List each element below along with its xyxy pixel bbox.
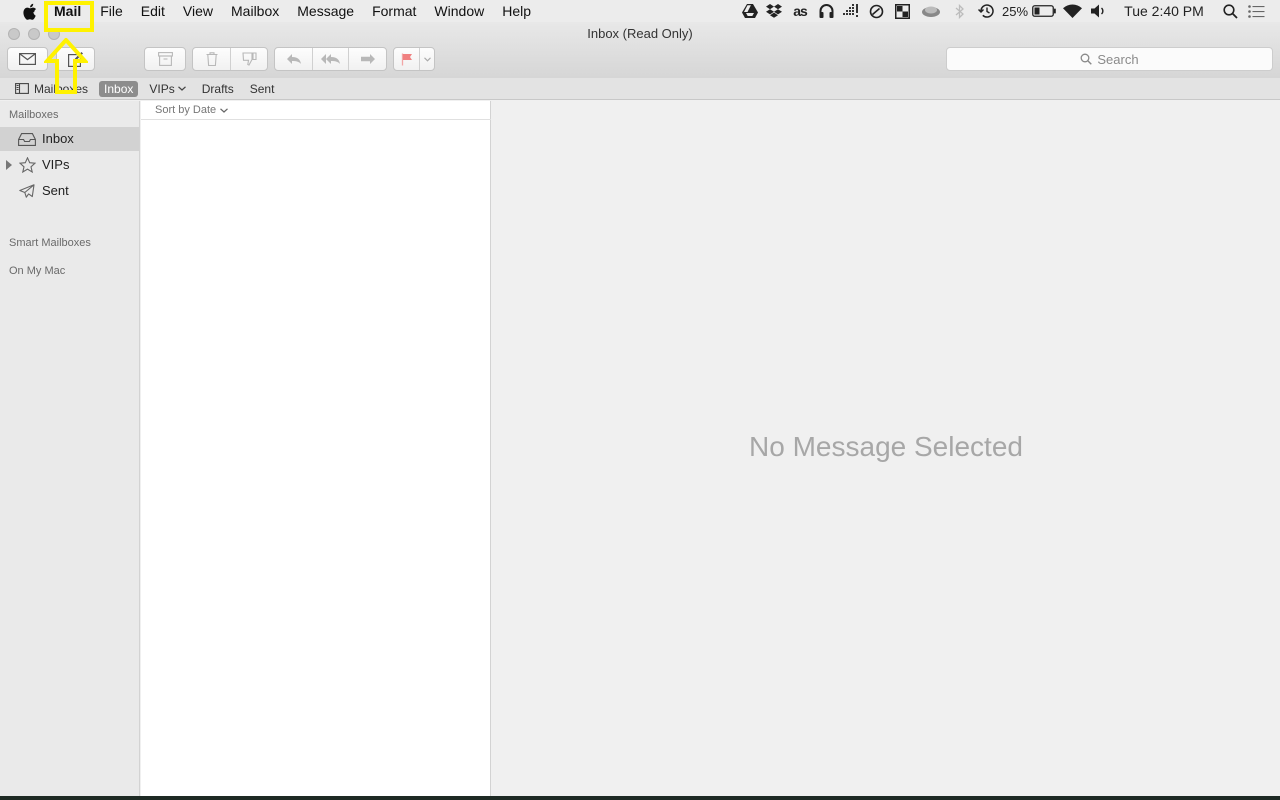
menu-file[interactable]: File — [91, 0, 132, 22]
paper-plane-icon — [17, 183, 37, 199]
sidebar-section-on-my-mac[interactable]: On My Mac — [9, 265, 65, 277]
apple-menu-icon[interactable] — [16, 3, 42, 20]
menu-help[interactable]: Help — [493, 0, 540, 22]
sidebar-item-label: Inbox — [42, 131, 74, 146]
mail-window: Inbox (Read Only) Search Mailboxes Inbox… — [0, 22, 1280, 796]
menu-view[interactable]: View — [174, 0, 222, 22]
sidebar-item-label: Sent — [42, 183, 69, 198]
junk-button[interactable] — [231, 48, 267, 70]
spotlight-icon[interactable] — [1216, 0, 1244, 22]
sort-label: Sort by Date — [155, 104, 217, 116]
sidebar-toggle-icon — [15, 83, 29, 94]
search-icon — [1080, 53, 1093, 65]
trash-icon — [206, 52, 217, 66]
menu-message[interactable]: Message — [288, 0, 363, 22]
dropbox-icon[interactable] — [762, 0, 786, 22]
sidebar-section-mailboxes[interactable]: Mailboxes — [9, 109, 59, 121]
time-machine-icon[interactable] — [972, 0, 1000, 22]
cloud-icon[interactable] — [916, 0, 946, 22]
sidebar-item-vips[interactable]: VIPs — [0, 153, 139, 177]
window-title: Inbox (Read Only) — [587, 26, 693, 41]
title-bar: Inbox (Read Only) Search — [0, 22, 1280, 78]
flag-menu-button[interactable] — [420, 48, 434, 70]
volume-icon[interactable] — [1086, 0, 1112, 22]
delete-button[interactable] — [193, 48, 231, 70]
headphones-icon[interactable] — [814, 0, 838, 22]
battery-icon[interactable] — [1030, 0, 1058, 22]
favorite-inbox-button[interactable]: Inbox — [99, 80, 139, 97]
archive-button[interactable] — [144, 47, 186, 71]
star-icon — [17, 157, 37, 173]
flag-button[interactable] — [394, 48, 420, 70]
favorites-bar: Mailboxes Inbox VIPs Drafts Sent — [0, 78, 1280, 100]
forward-button[interactable] — [349, 48, 386, 70]
search-field[interactable]: Search — [946, 47, 1273, 71]
chevron-down-icon — [220, 107, 229, 113]
disclosure-triangle-icon[interactable] — [6, 160, 12, 170]
reply-button[interactable] — [275, 48, 313, 70]
google-drive-icon[interactable] — [738, 0, 762, 22]
thumbs-down-icon — [241, 52, 257, 66]
dots-grid-icon[interactable] — [838, 0, 864, 22]
menu-format[interactable]: Format — [363, 0, 425, 22]
notification-center-icon[interactable] — [1244, 0, 1268, 22]
menu-mailbox[interactable]: Mailbox — [222, 0, 288, 22]
favorite-vips-label: VIPs — [149, 81, 175, 96]
menu-window[interactable]: Window — [425, 0, 493, 22]
archive-icon — [157, 52, 173, 66]
flag-group — [393, 47, 435, 71]
favorite-drafts-button[interactable]: Drafts — [197, 81, 239, 97]
mailbox-sidebar: Mailboxes Inbox VIPs Sent Smart Mailboxe… — [0, 101, 140, 796]
bluetooth-icon[interactable] — [946, 0, 972, 22]
lastfm-icon[interactable]: as — [786, 0, 814, 22]
delete-junk-group — [192, 47, 268, 71]
chevron-down-icon — [423, 56, 431, 62]
sidebar-item-sent[interactable]: Sent — [0, 179, 139, 203]
sort-control[interactable]: Sort by Date — [141, 101, 491, 120]
reply-all-button[interactable] — [313, 48, 349, 70]
envelope-icon — [19, 53, 36, 65]
inbox-tray-icon — [17, 131, 37, 147]
checker-icon[interactable] — [888, 0, 916, 22]
sidebar-item-label: VIPs — [42, 157, 70, 172]
up-arrow-annotation — [44, 38, 88, 94]
chevron-down-icon — [177, 86, 186, 91]
sidebar-item-inbox[interactable]: Inbox — [0, 127, 139, 151]
battery-percent: 25% — [1001, 3, 1029, 19]
forward-icon — [360, 54, 375, 64]
reply-icon — [286, 54, 301, 64]
reply-all-icon — [320, 54, 340, 64]
message-list[interactable]: Sort by Date — [141, 101, 491, 796]
no-message-selected-text: No Message Selected — [749, 431, 1023, 462]
sidebar-section-smart-mailboxes[interactable]: Smart Mailboxes — [9, 237, 91, 249]
reply-forward-group — [274, 47, 387, 71]
get-mail-button[interactable] — [7, 47, 48, 71]
wifi-icon[interactable] — [1058, 0, 1086, 22]
message-preview-pane: No Message Selected — [492, 101, 1280, 796]
menu-bar: Mail File Edit View Mailbox Message Form… — [0, 0, 1280, 22]
menu-edit[interactable]: Edit — [132, 0, 174, 22]
flag-icon — [401, 53, 412, 65]
clock[interactable]: Tue 2:40 PM — [1112, 0, 1216, 22]
favorite-vips-button[interactable]: VIPs — [144, 81, 190, 97]
status-area: as 25% Tue 2:40 PM — [738, 0, 1280, 22]
highlight-box — [44, 1, 94, 32]
circle-slash-icon[interactable] — [864, 0, 888, 22]
search-placeholder: Search — [1097, 51, 1139, 67]
favorite-sent-button[interactable]: Sent — [245, 81, 280, 97]
